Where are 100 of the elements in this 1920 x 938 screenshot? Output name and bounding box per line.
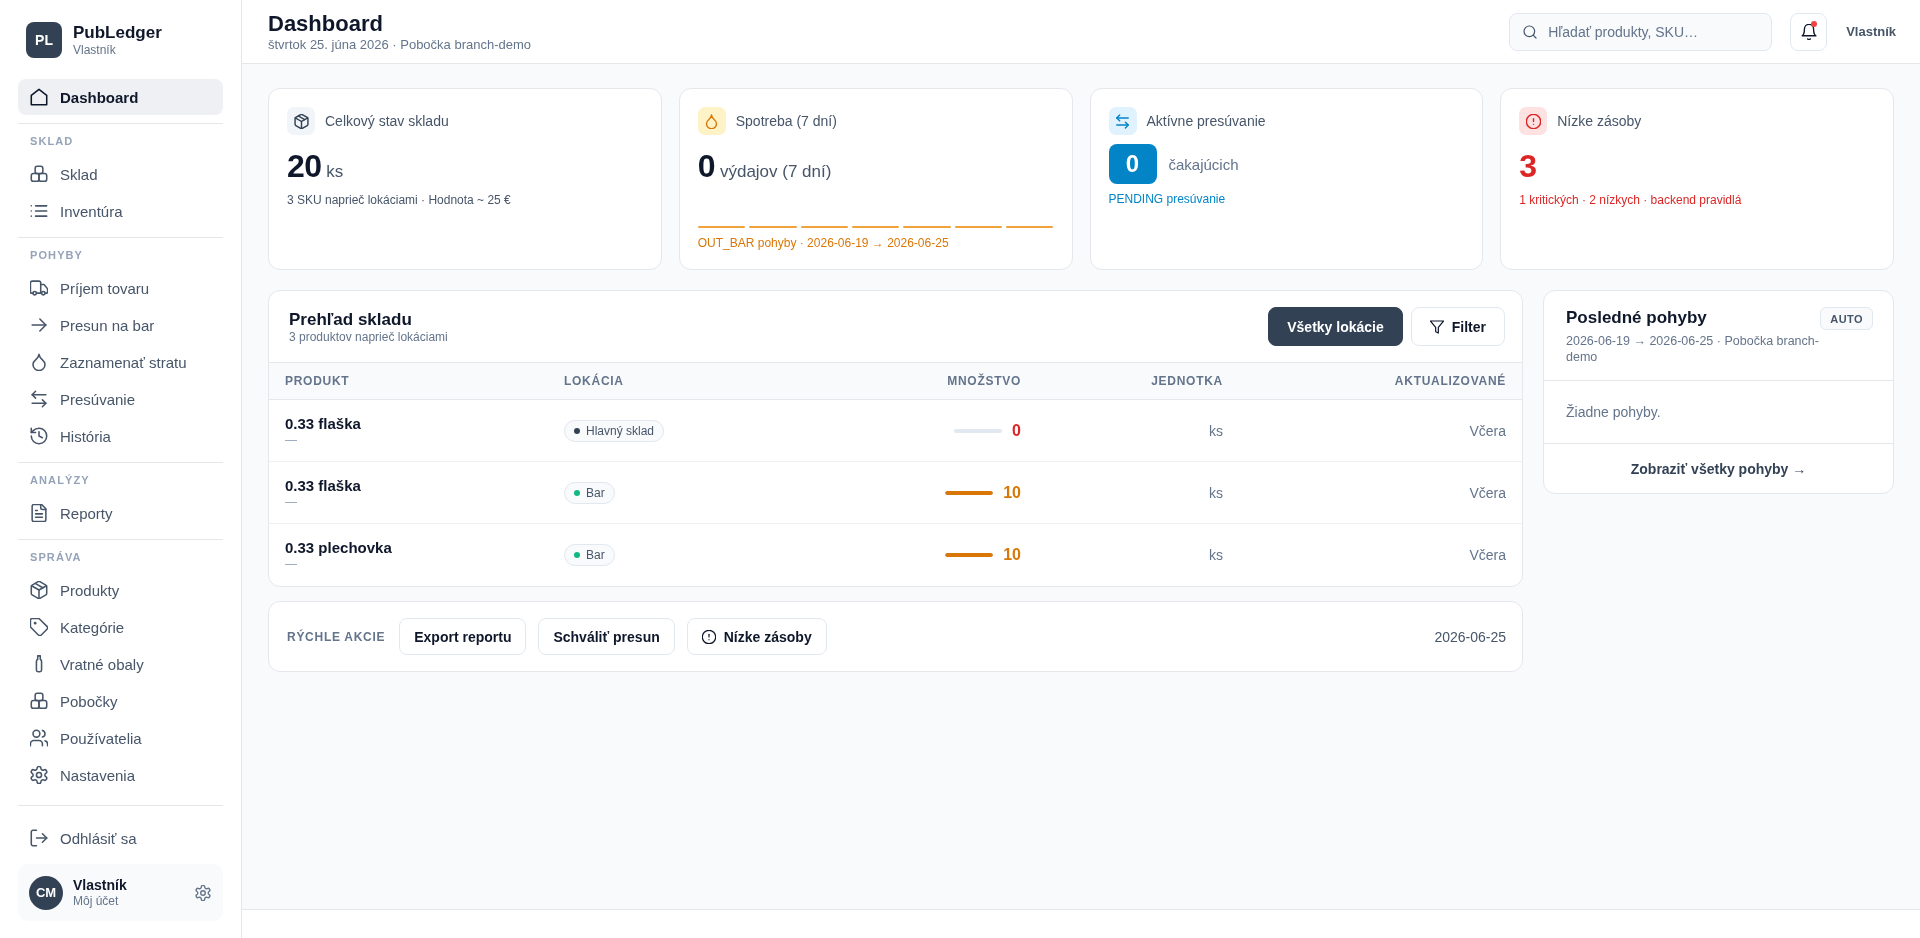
nav-item[interactable]: Reporty [18,495,223,531]
page-subtitle: štvrtok 25. júna 2026 · Pobočka branch-demo [268,36,532,53]
brand-logo: PL [26,22,62,58]
swap-arrows-icon [30,390,48,408]
home-icon [30,88,48,106]
search-icon [1523,24,1538,39]
action-button[interactable]: Export reportu [399,618,527,655]
stat-label: Celkový stav skladu [325,113,449,129]
bell-icon [1800,23,1817,40]
boxes-icon [30,165,48,183]
document-icon [30,504,48,522]
low-stock-button[interactable]: Nízke zásoby [686,618,827,655]
column-header: PRODUKT [285,374,350,388]
nav-item[interactable]: Príjem tovaru [18,270,223,306]
nav-section-heading: ANALÝZY [29,473,91,488]
nav-item[interactable]: Inventúra [18,193,223,229]
stat-label: Nízke zásoby [1557,113,1642,129]
quick-actions-date: 2026-06-25 [1434,628,1506,645]
panel-title: Posledné pohyby [1566,307,1707,328]
stat-unit: ks [326,162,344,182]
location-name: Hlavný sklad [586,423,655,438]
nav-item[interactable]: História [18,418,223,454]
search-field[interactable]: Hľadať produkty, SKU… [1509,12,1773,51]
nav-section-heading: POHYBY [29,248,85,263]
nav-item[interactable]: Dashboard [18,79,223,115]
stock-quantity: 0 [1012,421,1021,440]
unit-label: ks [1209,547,1223,563]
locations-button[interactable]: Všetky lokácie [1268,307,1403,346]
location-name: Bar [586,548,605,562]
users-icon [30,729,48,747]
page-title: Dashboard [268,10,384,37]
nav-item[interactable]: Vratné obaly [18,646,223,682]
stock-quantity: 10 [1003,546,1021,564]
nav-item[interactable]: Presun na bar [18,307,223,343]
droplet-icon [30,353,48,371]
stat-value: 0 [697,147,715,185]
nav-item[interactable]: Kategórie [18,609,223,645]
product-detail: — [285,432,297,448]
filter-button[interactable]: Filter [1410,307,1505,346]
filter-icon [1429,319,1444,334]
unit-label: ks [1209,484,1223,501]
location-name: Bar [586,485,605,500]
nav-item[interactable]: Nastavenia [18,757,223,793]
stat-value: 0 [1108,144,1157,184]
user-avatar: CM [29,875,63,910]
arrow-right-icon [30,316,48,334]
boxes-icon [30,692,48,710]
column-header: LOKÁCIA [564,374,624,388]
nav-section-heading: SKLAD [29,134,75,149]
swap-arrows-icon [1108,107,1137,135]
updated-date: Včera [1469,547,1506,563]
nav-item[interactable]: Zaznamenať stratu [18,344,223,380]
nav-section-heading: SPRÁVA [29,550,83,565]
stat-label: Aktívne presúvanie [1146,113,1266,129]
user-menu[interactable]: Vlastník [1846,24,1896,39]
action-button[interactable]: Schváliť presun [538,618,675,655]
stat-note: 3 SKU naprieč lokáciami · Hodnota ~ 25 € [287,193,512,208]
bottle-icon [35,655,43,673]
panel-subtitle: 2026-06-19 → 2026-06-25 · Pobočka branch-demo [1566,333,1820,365]
stat-value: 20 [287,147,322,185]
settings-icon [195,884,211,901]
empty-message: Žiadne pohyby. [1566,404,1661,420]
auto-badge: AUTO [1820,307,1873,330]
stat-note: OUT_BAR pohyby · 2026-06-19 → 2026-06-25 [697,236,950,251]
product-detail: — [285,494,297,510]
nav-item[interactable]: Používatelia [18,720,223,756]
package-icon [30,581,48,599]
user-name: Vlastník [73,876,127,894]
brand-subtitle: Vlastník [73,43,117,57]
nav-item[interactable]: Pobočky [18,683,223,719]
stock-level-track [954,428,1003,433]
stat-label: Spotreba (7 dní) [735,113,837,129]
logout-icon [30,829,48,847]
product-name: 0.33 plechovka [285,538,392,557]
droplet-icon [697,107,726,135]
nav-item[interactable]: Presúvanie [18,381,223,417]
product-name: 0.33 flaška [285,475,361,495]
settings-icon [30,766,48,784]
stat-unit: výdajov (7 dní) [719,162,832,182]
updated-date: Včera [1469,484,1506,501]
quick-actions-heading: RÝCHLE AKCIE [287,629,386,644]
stat-note: PENDING presúvanie [1108,192,1227,207]
brand-name: PubLedger [73,23,162,43]
history-icon [30,427,48,445]
cube-icon [287,107,315,135]
logout-item[interactable]: Odhlásiť sa [18,820,223,856]
column-header: JEDNOTKA [1151,374,1223,388]
tag-icon [30,618,48,636]
view-all-link[interactable]: Zobraziť všetky pohyby → [1630,460,1807,477]
stat-unit: čakajúcich [1168,155,1239,173]
nav-item[interactable]: Produkty [18,572,223,608]
nav-item[interactable]: Sklad [18,156,223,192]
updated-date: Včera [1469,422,1506,439]
stock-quantity: 10 [1003,483,1021,502]
stat-note: 1 kritických · 2 nízkych · backend pravidlá [1519,193,1743,208]
notifications-button[interactable] [1790,12,1828,51]
column-header: MNOŽSTVO [947,374,1021,388]
product-name: 0.33 flaška [285,413,361,433]
list-icon [30,202,48,220]
card-subtitle: 3 produktov naprieč lokáciami [289,329,448,345]
